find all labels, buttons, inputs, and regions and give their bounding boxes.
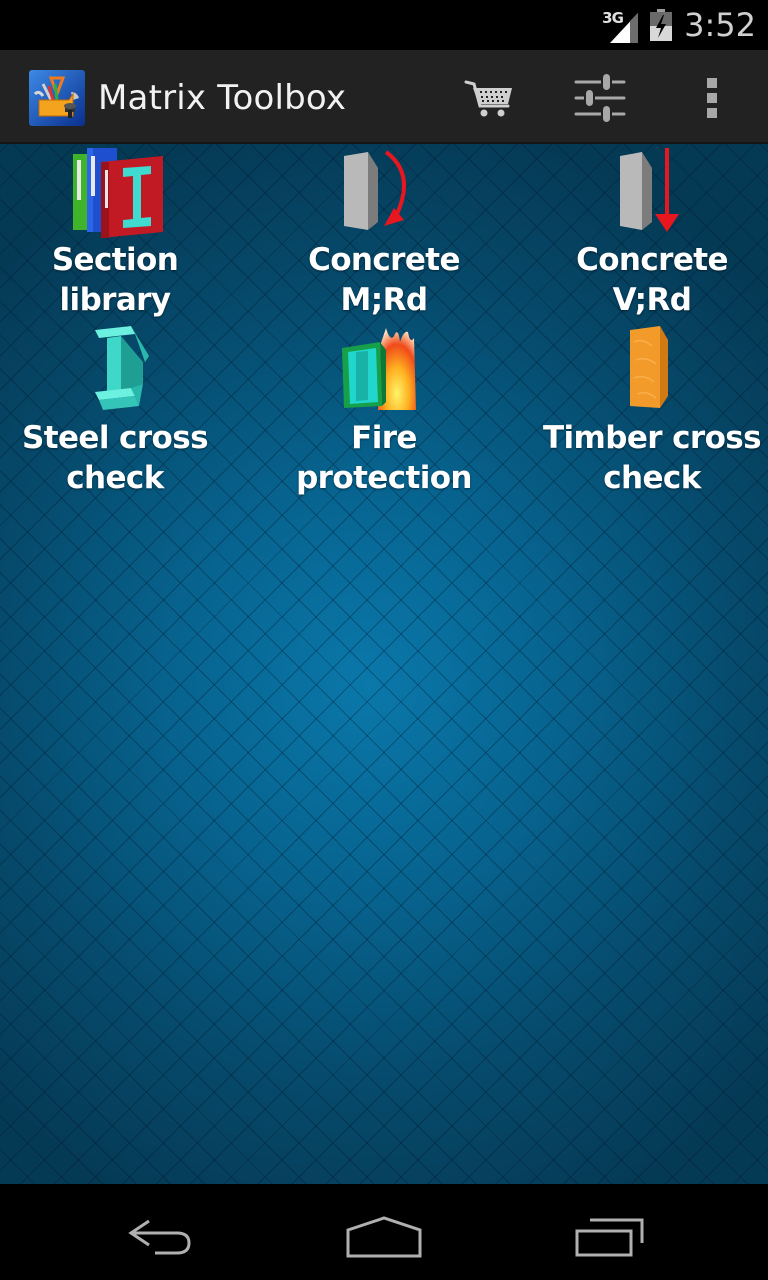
tool-concrete-vrd[interactable]: Concrete V;Rd bbox=[524, 144, 768, 320]
network-indicator: 3G bbox=[602, 7, 639, 43]
more-vert-icon bbox=[707, 78, 717, 118]
tool-concrete-mrd[interactable]: Concrete M;Rd bbox=[256, 144, 512, 320]
overflow-menu-button[interactable] bbox=[677, 64, 747, 132]
concrete-shear-icon bbox=[620, 148, 679, 232]
tool-label: Section library bbox=[51, 242, 179, 318]
clock: 3:52 bbox=[684, 6, 756, 44]
tool-label: Concrete V;Rd bbox=[576, 242, 728, 318]
home-icon bbox=[346, 1216, 422, 1258]
tool-timber-cross-check[interactable]: Timber cross check bbox=[524, 322, 768, 498]
tool-section-library[interactable]: Section library bbox=[0, 144, 243, 320]
tool-label: Fire protection bbox=[296, 420, 472, 496]
settings-button[interactable] bbox=[565, 64, 635, 132]
home-button[interactable] bbox=[324, 1202, 444, 1272]
sliders-icon bbox=[574, 72, 626, 124]
tool-label: Concrete M;Rd bbox=[308, 242, 460, 318]
signal-icon bbox=[610, 13, 639, 43]
recent-apps-icon bbox=[575, 1218, 644, 1257]
tool-fire-protection[interactable]: Fire protection bbox=[256, 322, 512, 498]
toolbox-icon[interactable] bbox=[29, 70, 85, 126]
tool-label: Timber cross check bbox=[542, 420, 762, 496]
timber-block-icon bbox=[630, 326, 668, 408]
back-icon bbox=[128, 1219, 191, 1255]
app-title: Matrix Toolbox bbox=[98, 78, 347, 118]
shopping-cart-icon bbox=[464, 80, 512, 117]
books-icon bbox=[73, 148, 163, 238]
tool-label: Steel cross check bbox=[22, 420, 208, 496]
action-bar: Matrix Toolbox bbox=[0, 50, 768, 144]
steel-ibeam-icon bbox=[95, 326, 149, 410]
back-button[interactable] bbox=[100, 1202, 220, 1272]
concrete-moment-icon bbox=[344, 150, 406, 230]
battery-charging-icon bbox=[650, 9, 673, 41]
status-bar: 3G 3:52 bbox=[0, 0, 768, 50]
recent-apps-button[interactable] bbox=[550, 1202, 670, 1272]
tool-steel-cross-check[interactable]: Steel cross check bbox=[0, 322, 243, 498]
cart-button[interactable] bbox=[454, 64, 524, 132]
tools-grid: Section library Concrete M;Rd Concrete V… bbox=[0, 144, 768, 1184]
fire-protection-icon bbox=[342, 328, 416, 410]
navigation-bar bbox=[0, 1184, 768, 1280]
